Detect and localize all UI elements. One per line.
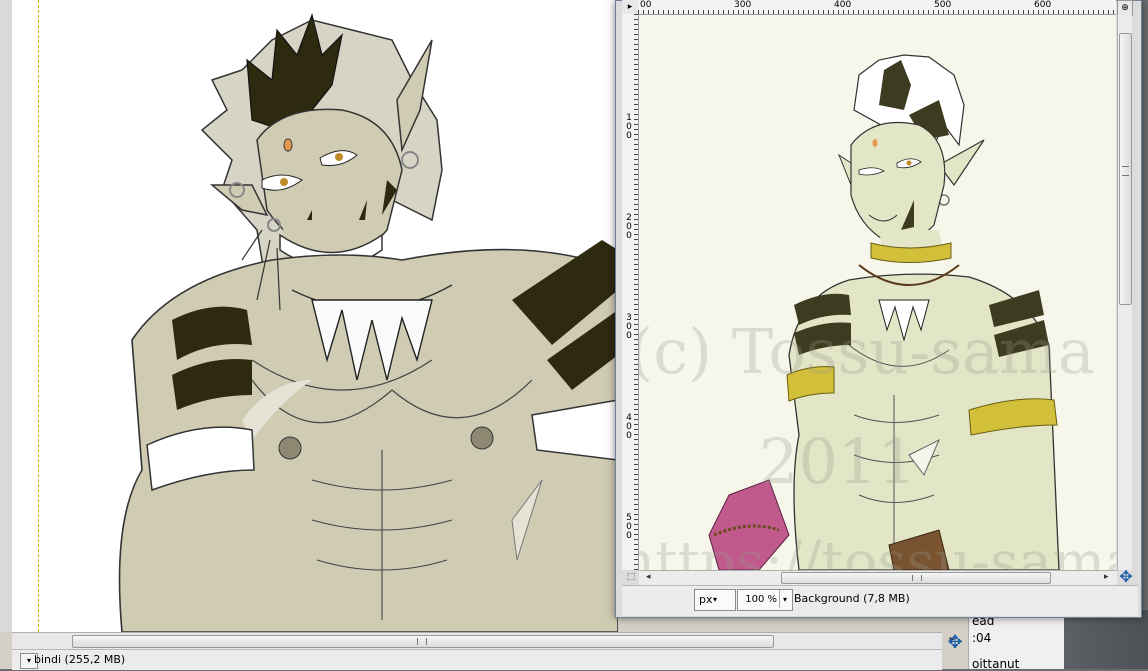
preview-horizontal-scrollbar[interactable] bbox=[639, 570, 1117, 585]
chevron-down-icon[interactable]: ▾ bbox=[779, 590, 790, 608]
v-ruler-label: 500 bbox=[626, 513, 632, 541]
scroll-right-arrow-icon[interactable]: ▸ bbox=[1104, 570, 1114, 584]
v-ruler-label: 200 bbox=[626, 213, 632, 241]
main-horizontal-scrollbar[interactable] bbox=[12, 632, 942, 649]
v-ruler-label: 400 bbox=[626, 413, 632, 441]
horizontal-ruler: 00 300 400 500 600 bbox=[638, 0, 1116, 15]
h-ruler-label: 500 bbox=[934, 0, 952, 10]
h-ruler-label: 00 bbox=[640, 0, 652, 10]
unit-value: px bbox=[699, 593, 713, 606]
move-cross-icon[interactable]: ✥ bbox=[1117, 568, 1135, 586]
h-ruler-label: 400 bbox=[834, 0, 852, 10]
preview-horizontal-scroll-thumb[interactable] bbox=[781, 572, 1051, 584]
h-ruler-label: 600 bbox=[1034, 0, 1052, 10]
watermark-line-1: (c) Tossu-sama bbox=[639, 315, 1095, 388]
ruler-corner-menu-icon[interactable]: ▸ bbox=[622, 0, 639, 15]
main-artwork bbox=[118, 12, 618, 632]
chevron-down-icon: ▾ bbox=[713, 595, 718, 604]
preview-canvas[interactable]: (c) Tossu-sama 2011 https://tossu-sama bbox=[639, 15, 1116, 570]
main-status-text: bindi (255,2 MB) bbox=[34, 653, 126, 666]
unit-select[interactable]: px ▾ bbox=[694, 589, 736, 611]
preview-vertical-scroll-thumb[interactable] bbox=[1119, 33, 1132, 305]
move-cross-icon[interactable]: ✥ bbox=[944, 632, 966, 654]
main-canvas[interactable] bbox=[12, 0, 618, 632]
h-ruler-label: 300 bbox=[734, 0, 752, 10]
layer-status-text: Background (7,8 MB) bbox=[794, 592, 910, 605]
quick-mask-toggle-icon[interactable]: ⬚ bbox=[624, 570, 638, 584]
preview-vertical-scrollbar[interactable] bbox=[1117, 15, 1132, 570]
v-ruler-label: 300 bbox=[626, 313, 632, 341]
watermark-line-2: 2011 bbox=[759, 425, 917, 498]
vertical-ruler: 100 200 300 400 500 bbox=[622, 14, 639, 570]
desktop-background bbox=[1064, 610, 1148, 669]
side-panel-text-2: :04 bbox=[972, 631, 992, 645]
v-ruler-label: 100 bbox=[626, 113, 632, 141]
zoom-image-icon[interactable]: ⊕ bbox=[1117, 0, 1133, 16]
canvas-guide-line bbox=[38, 0, 39, 632]
zoom-value: 100 % bbox=[745, 594, 777, 605]
watermark-line-3: https://tossu-sama bbox=[639, 530, 1116, 570]
scroll-left-arrow-icon[interactable]: ◂ bbox=[646, 570, 656, 584]
main-status-bar: ▾ bindi (255,2 MB) bbox=[12, 649, 942, 670]
main-horizontal-scroll-thumb[interactable] bbox=[72, 635, 774, 648]
zoom-select[interactable]: 100 % ▾ bbox=[737, 589, 793, 611]
